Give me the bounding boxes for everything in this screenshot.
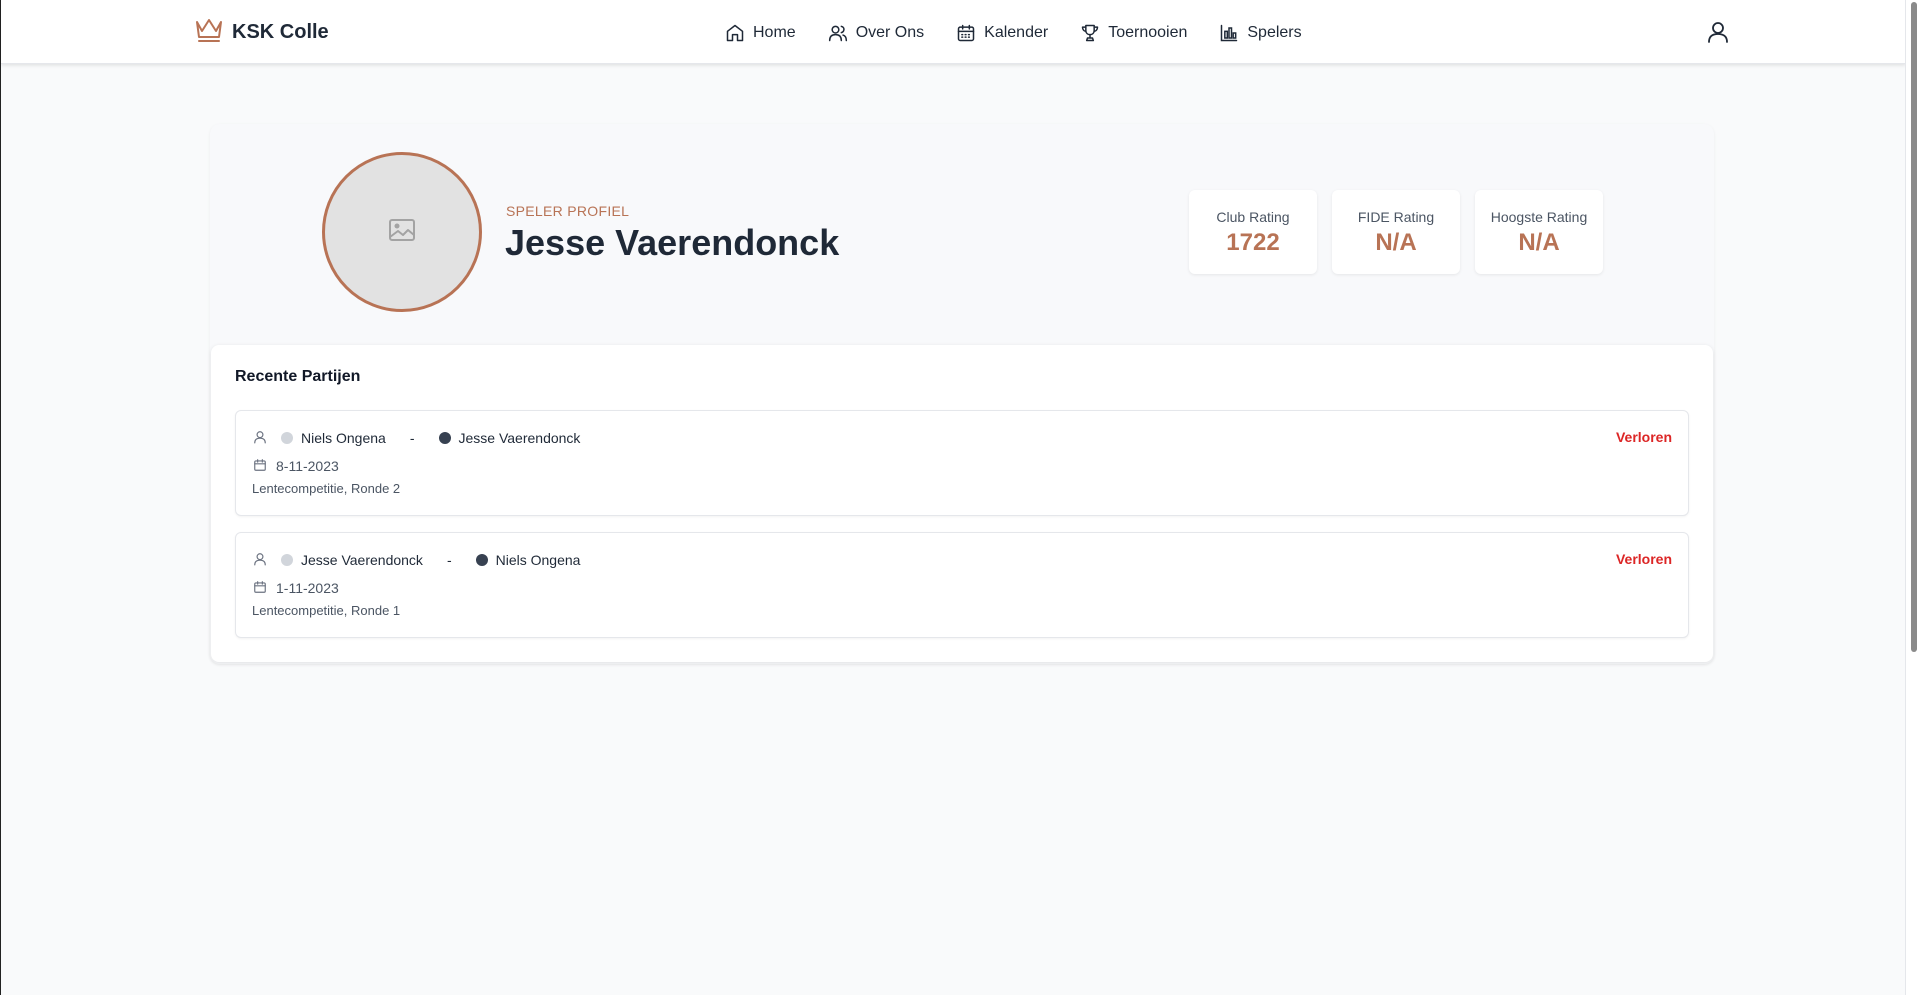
black-piece-dot xyxy=(475,554,488,566)
stat-club-rating: Club Rating 1722 xyxy=(1189,190,1317,274)
nav-over-ons[interactable]: Over Ons xyxy=(828,23,924,43)
user-account-button[interactable] xyxy=(1706,20,1730,44)
person-icon xyxy=(253,552,267,569)
black-player-name[interactable]: Jesse Vaerendonck xyxy=(459,430,581,446)
brand-logo-link[interactable]: KSK Colle xyxy=(194,16,329,48)
white-piece-dot xyxy=(281,432,293,444)
players-separator: - xyxy=(446,552,452,568)
game-date: 8-11-2023 xyxy=(276,458,339,474)
trophy-icon xyxy=(1080,23,1100,43)
game-item[interactable]: Jesse Vaerendonck - Niels Ongena 1-11-20… xyxy=(235,532,1689,638)
nav-spelers[interactable]: Spelers xyxy=(1219,23,1302,43)
main-nav: Home Over Ons Kalender Toernooien Speler… xyxy=(725,18,1302,48)
stat-value: 1722 xyxy=(1226,229,1280,256)
white-piece-dot xyxy=(281,554,293,566)
player-avatar xyxy=(322,152,482,312)
game-date-row: 8-11-2023 xyxy=(253,457,339,475)
stat-label: FIDE Rating xyxy=(1357,209,1435,225)
crown-icon xyxy=(194,16,224,49)
home-icon xyxy=(725,23,745,43)
game-players: Jesse Vaerendonck - Niels Ongena xyxy=(253,551,580,569)
black-player-name[interactable]: Niels Ongena xyxy=(496,552,581,568)
game-event: Lentecompetitie, Ronde 1 xyxy=(252,603,401,618)
recent-games-title: Recente Partijen xyxy=(235,368,361,385)
nav-toernooien[interactable]: Toernooien xyxy=(1080,23,1187,43)
game-players: Niels Ongena - Jesse Vaerendonck xyxy=(253,429,580,447)
stat-value: N/A xyxy=(1518,229,1560,256)
page-scrollbar[interactable] xyxy=(1905,0,1921,995)
game-date: 1-11-2023 xyxy=(276,580,339,596)
nav-home[interactable]: Home xyxy=(725,23,796,43)
stat-label: Hoogste Rating xyxy=(1490,209,1588,225)
nav-home-label: Home xyxy=(753,24,796,41)
profile-kicker: SPELER PROFIEL xyxy=(506,203,630,219)
nav-kalender[interactable]: Kalender xyxy=(956,23,1048,43)
image-placeholder-icon xyxy=(388,218,416,247)
game-date-row: 1-11-2023 xyxy=(253,579,339,597)
game-result: Verloren xyxy=(1615,551,1672,567)
users-icon xyxy=(828,23,848,43)
calendar-icon xyxy=(253,458,267,475)
nav-spelers-label: Spelers xyxy=(1247,24,1302,41)
stat-fide-rating: FIDE Rating N/A xyxy=(1332,190,1460,274)
player-name: Jesse Vaerendonck xyxy=(505,222,840,263)
nav-over-ons-label: Over Ons xyxy=(855,24,925,41)
bar-chart-icon xyxy=(1219,23,1239,43)
stat-value: N/A xyxy=(1375,229,1417,256)
black-piece-dot xyxy=(438,432,451,444)
game-item[interactable]: Niels Ongena - Jesse Vaerendonck 8-11-20… xyxy=(235,410,1689,516)
stat-label: Club Rating xyxy=(1216,209,1290,225)
top-navbar: KSK Colle Home Over Ons Kalender Toernoo… xyxy=(1,0,1906,64)
scrollbar-thumb[interactable] xyxy=(1911,2,1917,652)
game-result: Verloren xyxy=(1615,429,1672,445)
players-separator: - xyxy=(409,430,415,446)
white-player-name[interactable]: Jesse Vaerendonck xyxy=(301,552,423,568)
person-icon xyxy=(253,430,267,447)
nav-toernooien-label: Toernooien xyxy=(1108,24,1188,41)
user-icon xyxy=(1706,22,1730,48)
calendar-icon xyxy=(253,580,267,597)
white-player-name[interactable]: Niels Ongena xyxy=(301,430,386,446)
calendar-icon xyxy=(956,23,976,43)
game-event: Lentecompetitie, Ronde 2 xyxy=(252,481,401,496)
brand-name: KSK Colle xyxy=(232,20,329,43)
stat-highest-rating: Hoogste Rating N/A xyxy=(1475,190,1603,274)
nav-kalender-label: Kalender xyxy=(984,24,1049,41)
